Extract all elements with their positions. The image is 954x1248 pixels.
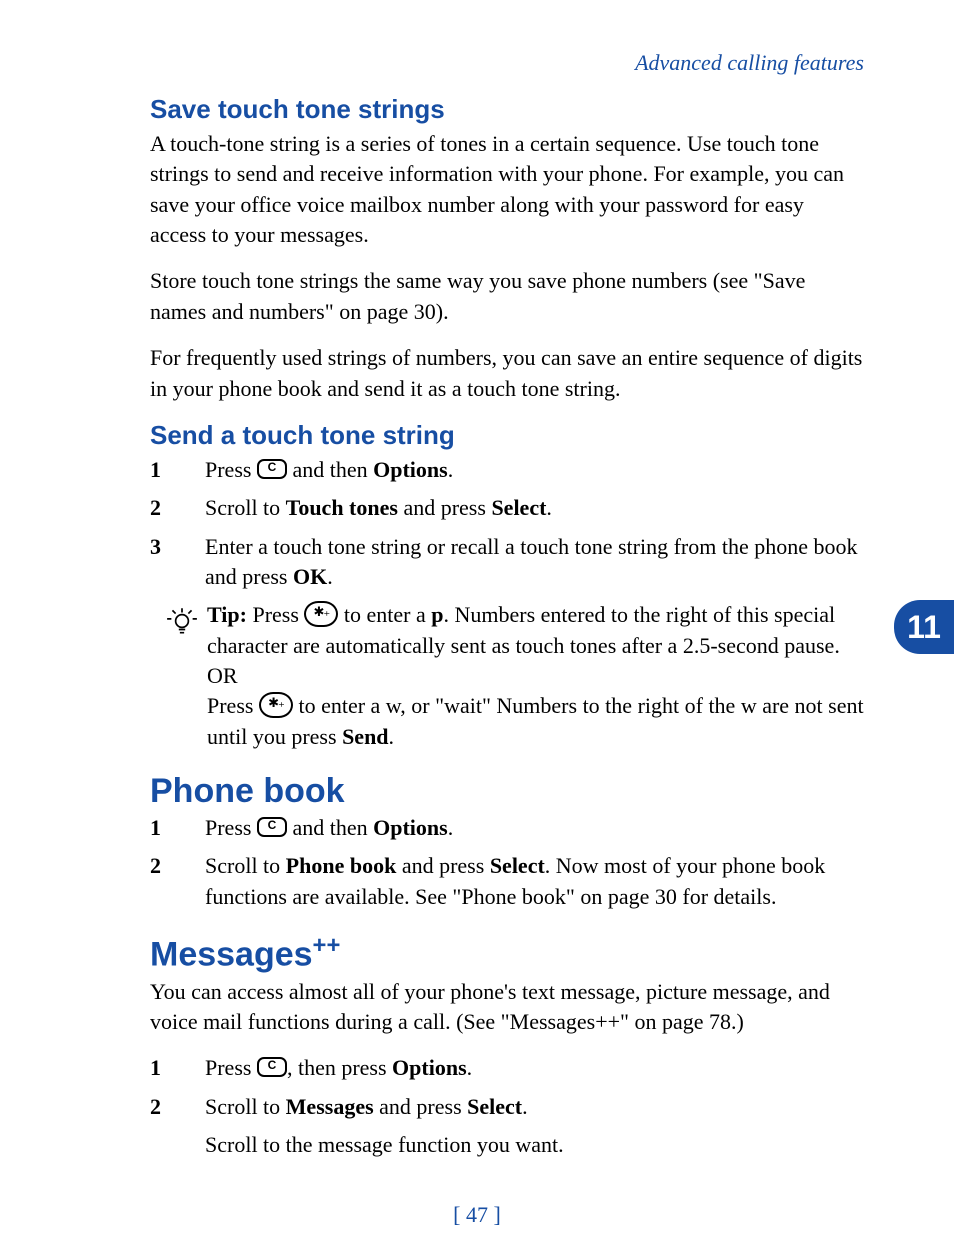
heading-send-touch-tone: Send a touch tone string: [150, 420, 864, 451]
step-list: Press and then Options. Scroll to Touch …: [150, 455, 864, 592]
ui-label: Options: [373, 457, 448, 482]
ui-label: Select: [467, 1094, 522, 1119]
star-key-icon: [259, 692, 293, 718]
ui-label: OK: [293, 564, 327, 589]
ui-label: Select: [490, 853, 545, 878]
heading-messages: Messages++: [150, 932, 864, 974]
tip-text: Press: [207, 693, 259, 718]
step-item: Scroll to Phone book and press Select. N…: [150, 851, 864, 912]
step-list: Press , then press Options. Scroll to Me…: [150, 1053, 864, 1122]
tip-text: to enter a: [338, 602, 431, 627]
step-text: and then: [287, 457, 373, 482]
step-text: Press: [205, 1055, 257, 1080]
body-text: A touch-tone string is a series of tones…: [150, 129, 864, 250]
c-key-icon: [257, 459, 287, 479]
step-text: .: [327, 564, 333, 589]
manual-page: Advanced calling features Save touch ton…: [0, 0, 954, 1228]
ui-label: Options: [392, 1055, 467, 1080]
ui-label: Touch tones: [286, 495, 398, 520]
step-item: Scroll to Touch tones and press Select.: [150, 493, 864, 523]
ui-label: Select: [491, 495, 546, 520]
lightbulb-tip-icon: [165, 600, 207, 646]
step-text: and press: [398, 495, 491, 520]
step-item: Press and then Options.: [150, 455, 864, 485]
tip-label: Tip:: [207, 602, 247, 627]
tip-text: Press: [247, 602, 304, 627]
body-text: You can access almost all of your phone'…: [150, 977, 864, 1038]
heading-suffix: ++: [313, 932, 341, 959]
tip-text: .: [389, 724, 395, 749]
c-key-icon: [257, 1057, 287, 1077]
step-text: .: [546, 495, 552, 520]
step-item: Press and then Options.: [150, 813, 864, 843]
step-list: Press and then Options. Scroll to Phone …: [150, 813, 864, 912]
step-text: and press: [396, 853, 489, 878]
step-item: Scroll to Messages and press Select.: [150, 1092, 864, 1122]
ui-label: p: [431, 602, 443, 627]
ui-label: Send: [342, 724, 388, 749]
step-text: Press: [205, 457, 257, 482]
step-text: Press: [205, 815, 257, 840]
step-text: .: [448, 815, 454, 840]
star-key-icon: [304, 601, 338, 627]
step-item: Enter a touch tone string or recall a to…: [150, 532, 864, 593]
tip-body: Tip: Press to enter a p. Numbers entered…: [207, 600, 864, 752]
body-text: For frequently used strings of numbers, …: [150, 343, 864, 404]
step-text: .: [448, 457, 454, 482]
step-item: Press , then press Options.: [150, 1053, 864, 1083]
ui-label: Options: [373, 815, 448, 840]
tip-text: to enter a w, or "wait" Numbers to the r…: [207, 693, 864, 748]
body-text: Scroll to the message function you want.: [150, 1130, 864, 1160]
tip-or: OR: [207, 661, 864, 691]
heading-phone-book: Phone book: [150, 772, 864, 811]
c-key-icon: [257, 817, 287, 837]
step-text: and press: [374, 1094, 467, 1119]
running-head: Advanced calling features: [150, 50, 864, 76]
step-text: Scroll to: [205, 853, 286, 878]
ui-label: Messages: [286, 1094, 374, 1119]
heading-save-touch-tone: Save touch tone strings: [150, 94, 864, 125]
step-text: and then: [287, 815, 373, 840]
heading-text: Messages: [150, 936, 313, 974]
body-text: Store touch tone strings the same way yo…: [150, 266, 864, 327]
step-text: .: [522, 1094, 528, 1119]
step-text: .: [467, 1055, 473, 1080]
tip-block: Tip: Press to enter a p. Numbers entered…: [150, 600, 864, 752]
step-text: Scroll to: [205, 495, 286, 520]
step-text: , then press: [287, 1055, 392, 1080]
ui-label: Phone book: [286, 853, 397, 878]
page-number: [ 47 ]: [0, 1202, 954, 1228]
step-text: Scroll to: [205, 1094, 286, 1119]
chapter-tab: 11: [894, 600, 954, 654]
